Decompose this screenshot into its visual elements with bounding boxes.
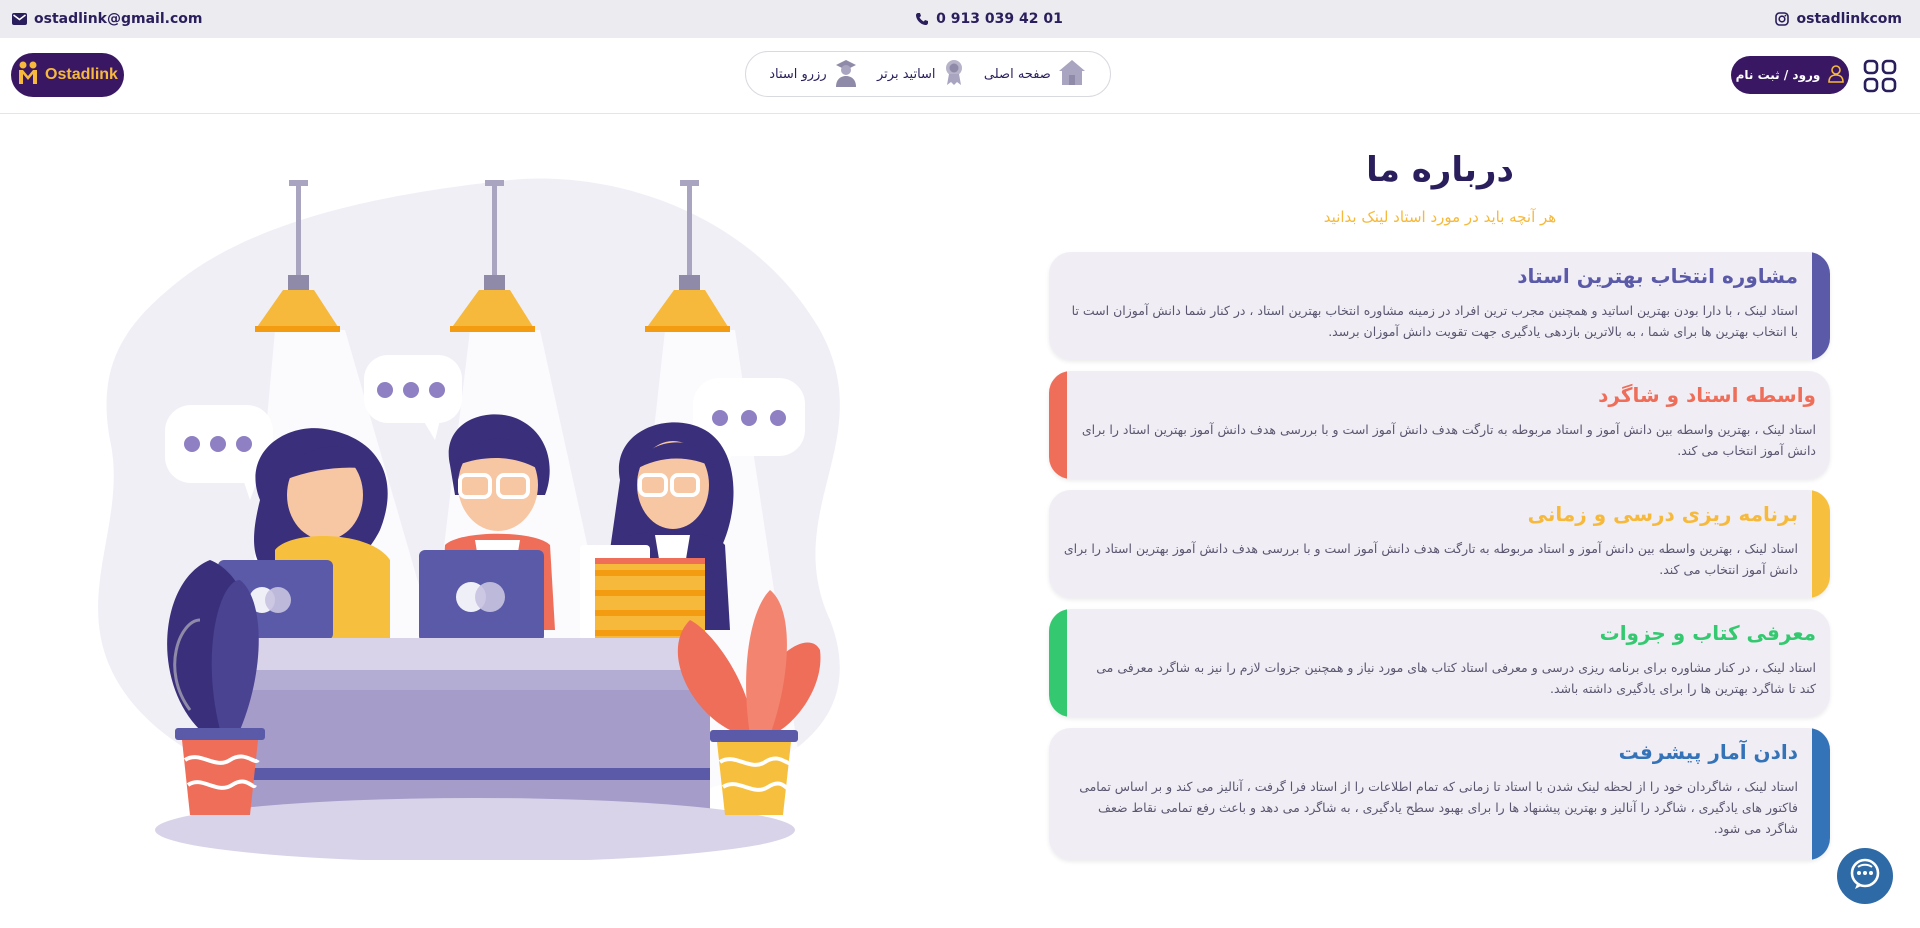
card-accent-strip: [1812, 252, 1830, 360]
card-accent-strip: [1812, 490, 1830, 598]
feature-card-books: معرفی کتاب و جزوات استاد لینک ، در کنار …: [1049, 609, 1830, 717]
about-subtitle: هر آنچه باید در مورد استاد لینک بدانید: [1323, 208, 1557, 226]
nav-label-top-teachers: اساتید برتر: [876, 66, 936, 82]
card-title: واسطه استاد و شاگرد: [1598, 383, 1816, 407]
chat-support-button[interactable]: [1837, 848, 1893, 904]
feature-card-progress: دادن آمار پیشرفت استاد لینک ، شاگردان خو…: [1049, 728, 1830, 860]
envelope-icon: [12, 12, 27, 27]
login-label: ورود / ثبت نام: [1735, 68, 1821, 82]
teacher-icon: [833, 57, 859, 91]
nav-top-teachers[interactable]: اساتید برتر: [877, 58, 966, 90]
nav-label-home: صفحه اصلی: [983, 66, 1051, 82]
card-text: استاد لینک ، با دارا بودن بهترین اساتید …: [1071, 303, 1798, 339]
card-title: دادن آمار پیشرفت: [1618, 740, 1798, 764]
card-accent-strip: [1049, 609, 1067, 717]
nav-home[interactable]: صفحه اصلی: [984, 57, 1087, 91]
about-title: درباره ما: [1366, 150, 1514, 190]
nav-reserve-teacher[interactable]: رزرو استاد: [769, 57, 858, 91]
card-text: استاد لینک ، شاگردان خود را از لحظه لینک…: [1079, 779, 1798, 836]
user-icon: [1828, 64, 1845, 86]
instagram-icon: [1775, 12, 1790, 27]
logo-text: Ostadlink: [45, 66, 118, 83]
feature-card-consulting: مشاوره انتخاب بهترین استاد استاد لینک ، …: [1049, 252, 1830, 360]
grid-icon: [1862, 59, 1898, 98]
instagram-text: ostadlinkcom: [1796, 11, 1903, 27]
card-title: برنامه ریزی درسی و زمانی: [1527, 502, 1798, 526]
nav-label-reserve: رزرو استاد: [769, 66, 827, 82]
top-info-bar: ostadlink@gmail.com 0 913 039 42 01 osta…: [0, 0, 1920, 38]
apps-grid-button[interactable]: [1862, 58, 1898, 94]
login-register-button[interactable]: ورود / ثبت نام: [1731, 56, 1849, 94]
award-medal-icon: [942, 58, 966, 90]
card-text: استاد لینک ، بهترین واسطه بین دانش آموز …: [1063, 541, 1798, 577]
phone-icon: [914, 12, 929, 27]
card-title: مشاوره انتخاب بهترین استاد: [1517, 264, 1798, 288]
card-text: استاد لینک ، در کنار مشاوره برای برنامه …: [1096, 660, 1816, 696]
card-title: معرفی کتاب و جزوات: [1599, 621, 1816, 645]
chat-bubble-icon: [1848, 857, 1882, 895]
logo[interactable]: Ostadlink: [11, 53, 124, 97]
logo-mark-icon: [17, 60, 39, 91]
phone-contact[interactable]: 0 913 039 42 01: [914, 11, 1063, 27]
feature-card-intermediary: واسطه استاد و شاگرد استاد لینک ، بهترین …: [1049, 371, 1830, 479]
main-header: Ostadlink رزرو استاد اساتید برتر صفحه اص…: [0, 38, 1920, 114]
main-nav: رزرو استاد اساتید برتر صفحه اصلی: [745, 51, 1111, 97]
home-icon: [1057, 57, 1087, 91]
email-contact[interactable]: ostadlink@gmail.com: [12, 11, 202, 27]
team-illustration: [90, 150, 860, 862]
email-text: ostadlink@gmail.com: [34, 11, 203, 27]
feature-card-planning: برنامه ریزی درسی و زمانی استاد لینک ، به…: [1049, 490, 1830, 598]
card-text: استاد لینک ، بهترین واسطه بین دانش آموز …: [1081, 422, 1816, 458]
card-accent-strip: [1049, 371, 1067, 479]
card-accent-strip: [1812, 728, 1830, 860]
phone-text: 0 913 039 42 01: [936, 11, 1063, 27]
instagram-contact[interactable]: ostadlinkcom: [1775, 11, 1903, 27]
